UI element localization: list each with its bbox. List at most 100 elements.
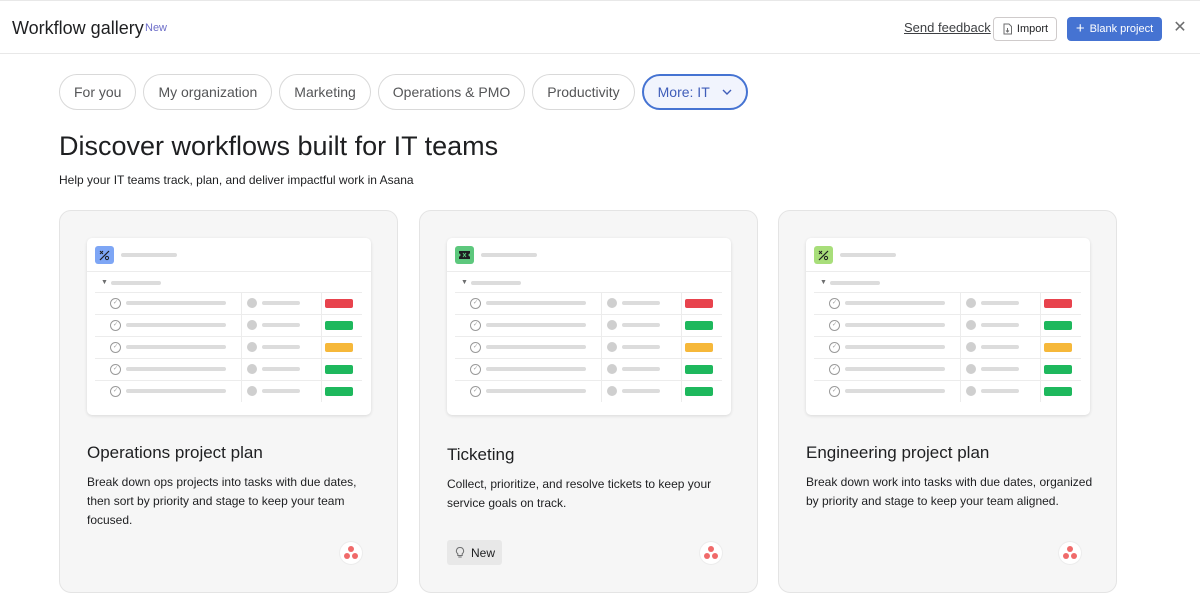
- divider: [960, 337, 961, 358]
- blank-project-button[interactable]: + Blank project: [1067, 17, 1162, 41]
- check-circle-icon: ✓: [829, 320, 840, 331]
- page-title: Workflow gallery: [12, 18, 144, 38]
- status-pill: [325, 343, 353, 352]
- category-tabs: For you My organization Marketing Operat…: [59, 74, 748, 110]
- card-description: Break down ops projects into tasks with …: [87, 475, 357, 527]
- check-circle-icon: ✓: [110, 342, 121, 353]
- status-pill: [325, 299, 353, 308]
- task-placeholder: [126, 367, 226, 371]
- avatar-icon: [247, 342, 257, 352]
- tab-productivity[interactable]: Productivity: [532, 74, 635, 110]
- avatar-icon: [607, 364, 617, 374]
- divider: [681, 381, 682, 402]
- status-pill: [1044, 343, 1072, 352]
- preview-title-placeholder: [121, 253, 177, 257]
- template-card-operations-project-plan[interactable]: ▼ ✓ ✓ ✓ ✓ ✓ Operations project plan Break down …: [59, 210, 398, 593]
- divider: [960, 315, 961, 336]
- task-placeholder: [486, 389, 586, 393]
- close-icon[interactable]: ✕: [1172, 19, 1188, 37]
- status-pill: [325, 365, 353, 374]
- preview-row: ✓: [814, 358, 1081, 380]
- status-pill: [685, 365, 713, 374]
- tab-marketing[interactable]: Marketing: [279, 74, 371, 110]
- check-circle-icon: ✓: [829, 342, 840, 353]
- check-circle-icon: ✓: [110, 298, 121, 309]
- divider: [241, 293, 242, 314]
- divider: [321, 381, 322, 402]
- tab-more-it[interactable]: More: IT: [641, 74, 748, 110]
- new-badge: New: [447, 540, 503, 565]
- avatar-icon: [607, 342, 617, 352]
- status-pill: [685, 343, 713, 352]
- preview-row: ✓: [455, 314, 722, 336]
- section-subheading: Help your IT teams track, plan, and deli…: [59, 173, 414, 187]
- preview-row: ✓: [814, 380, 1081, 402]
- divider: [681, 359, 682, 380]
- task-placeholder: [486, 367, 586, 371]
- card-description: Collect, prioritize, and resolve tickets…: [447, 477, 712, 510]
- task-placeholder: [486, 301, 586, 305]
- import-button[interactable]: Import: [993, 17, 1057, 41]
- assignee-placeholder: [622, 345, 660, 349]
- assignee-placeholder: [622, 389, 660, 393]
- tab-more-it-label: More: IT: [657, 84, 710, 100]
- avatar-icon: [607, 386, 617, 396]
- template-card-engineering-project-plan[interactable]: ▼ ✓ ✓ ✓ ✓ ✓ Engineering project plan Break down…: [778, 210, 1117, 593]
- assignee-placeholder: [262, 345, 300, 349]
- assignee-placeholder: [981, 367, 1019, 371]
- preview-title-placeholder: [481, 253, 537, 257]
- divider: [1040, 381, 1041, 402]
- chevron-down-icon: [722, 89, 732, 95]
- send-feedback-link[interactable]: Send feedback: [904, 20, 991, 35]
- check-circle-icon: ✓: [470, 364, 481, 375]
- preview-row: ✓: [95, 314, 362, 336]
- preview-row: ✓: [95, 358, 362, 380]
- avatar-icon: [607, 298, 617, 308]
- section-heading: Discover workflows built for IT teams: [59, 131, 499, 161]
- check-circle-icon: ✓: [470, 386, 481, 397]
- divider: [601, 381, 602, 402]
- tab-operations-pmo[interactable]: Operations & PMO: [377, 74, 526, 110]
- lightbulb-icon: [455, 546, 465, 558]
- template-card-ticketing[interactable]: ▼ ✓ ✓ ✓ ✓ ✓ Ticketing Collect, prioritize, and …: [419, 210, 758, 593]
- divider: [960, 359, 961, 380]
- divider: [601, 337, 602, 358]
- check-circle-icon: ✓: [110, 364, 121, 375]
- plus-icon: +: [1075, 20, 1085, 37]
- avatar-icon: [247, 386, 257, 396]
- divider: [601, 293, 602, 314]
- avatar-icon: [247, 298, 257, 308]
- avatar-icon: [247, 320, 257, 330]
- assignee-placeholder: [622, 301, 660, 305]
- task-placeholder: [845, 345, 945, 349]
- assignee-placeholder: [622, 323, 660, 327]
- divider: [241, 381, 242, 402]
- task-placeholder: [486, 345, 586, 349]
- header-bar: Workflow gallery New Send feedback Impor…: [0, 0, 1200, 54]
- divider: [241, 315, 242, 336]
- preview-row: ✓: [95, 380, 362, 402]
- card-description: Break down work into tasks with due date…: [806, 475, 1093, 508]
- preview-row: ✓: [455, 292, 722, 314]
- blank-project-label: Blank project: [1089, 23, 1154, 35]
- task-placeholder: [126, 389, 226, 393]
- preview-row: ✓: [814, 336, 1081, 358]
- status-pill: [1044, 365, 1072, 374]
- task-placeholder: [126, 345, 226, 349]
- task-placeholder: [845, 301, 945, 305]
- check-circle-icon: ✓: [110, 320, 121, 331]
- new-badge-label: New: [471, 545, 496, 560]
- assignee-placeholder: [262, 389, 300, 393]
- task-placeholder: [126, 323, 226, 327]
- new-tag: New: [145, 22, 168, 34]
- divider: [806, 271, 1090, 272]
- divider: [1040, 293, 1041, 314]
- tab-my-organization[interactable]: My organization: [143, 74, 273, 110]
- task-placeholder: [845, 367, 945, 371]
- tab-for-you[interactable]: For you: [59, 74, 137, 110]
- divider: [321, 315, 322, 336]
- card-title: Operations project plan: [87, 443, 263, 462]
- task-placeholder: [126, 301, 226, 305]
- preview-title-placeholder: [840, 253, 896, 257]
- status-pill: [325, 321, 353, 330]
